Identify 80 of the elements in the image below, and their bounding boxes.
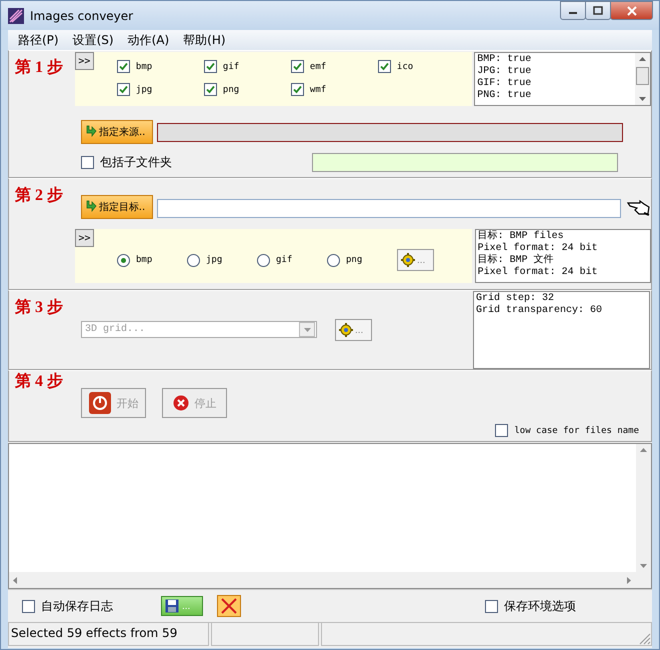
info-line: Grid transparency: 60 xyxy=(476,305,604,317)
scroll-down-icon[interactable] xyxy=(639,97,646,101)
checkbox[interactable] xyxy=(81,156,94,169)
arrow-icon xyxy=(85,125,97,139)
checkbox[interactable] xyxy=(22,600,35,612)
checkbox-label: ico xyxy=(396,62,414,72)
checkbox-label: emf xyxy=(310,62,326,72)
radio-button[interactable] xyxy=(327,254,340,266)
expand-button[interactable]: >> xyxy=(74,52,94,70)
checkbox[interactable] xyxy=(495,424,508,437)
maximize-button[interactable] xyxy=(585,1,611,20)
info-line: 目标: BMP files xyxy=(478,231,565,242)
checkbox-label: 保存环境选项 xyxy=(504,598,576,614)
checkbox[interactable] xyxy=(290,83,304,96)
checkbox-label: bmp xyxy=(136,62,152,72)
checkbox-label: gif xyxy=(222,62,240,72)
checkbox-label: 自动保存日志 xyxy=(41,598,113,614)
checkbox-label: png xyxy=(222,84,240,94)
close-icon xyxy=(626,6,638,16)
menu-item[interactable]: 设置(S) xyxy=(66,32,121,48)
stop-icon xyxy=(172,395,188,411)
scrollbar[interactable] xyxy=(635,53,650,105)
scroll-left-icon[interactable] xyxy=(13,576,17,584)
info-line: BMP: true xyxy=(477,54,532,66)
info-line: GIF: true xyxy=(477,78,532,90)
target-button[interactable]: 指定目标.. xyxy=(80,195,153,219)
resize-grip-icon xyxy=(639,633,651,645)
filter-field[interactable] xyxy=(312,153,618,172)
source-path-field[interactable] xyxy=(157,122,623,142)
minimize-button[interactable] xyxy=(560,1,586,20)
step-label: 第 4 步 xyxy=(14,372,63,390)
cross-icon xyxy=(220,597,238,615)
puzzle-gear-icon xyxy=(400,252,416,268)
info-line: 目标: BMP 文件 xyxy=(478,255,555,266)
checkbox[interactable] xyxy=(485,600,498,612)
menu-item[interactable]: 路径(P) xyxy=(11,32,66,48)
scroll-down-icon[interactable] xyxy=(640,564,647,568)
menu-item[interactable]: 帮助(H) xyxy=(176,32,233,48)
status-pane: Selected 59 effects from 59 xyxy=(8,623,209,646)
step-label: 第 3 步 xyxy=(14,298,64,318)
checkbox[interactable] xyxy=(116,60,130,73)
dropdown-arrow-icon xyxy=(304,328,310,332)
app-icon xyxy=(8,8,24,24)
checkbox[interactable] xyxy=(378,60,391,73)
checkbox[interactable] xyxy=(204,83,217,96)
radio-button[interactable] xyxy=(187,254,200,266)
radio-label: png xyxy=(346,255,362,265)
expand-button[interactable]: >> xyxy=(75,229,94,247)
info-line: Pixel format: 24 bit xyxy=(478,267,599,279)
info-line: Pixel format: 24 bit xyxy=(478,243,599,254)
maximize-icon xyxy=(593,6,603,15)
arrow-icon xyxy=(84,200,97,214)
checkbox-label: wmf xyxy=(310,84,326,94)
radio-label: bmp xyxy=(136,255,152,265)
radio-button[interactable] xyxy=(117,254,130,266)
radio-button[interactable] xyxy=(257,254,270,266)
radio-label: gif xyxy=(276,255,292,265)
target-path-field[interactable] xyxy=(156,199,622,218)
clear-log-button[interactable] xyxy=(217,595,241,617)
checkbox-label: low case for files name xyxy=(514,426,639,436)
puzzle-gear-icon xyxy=(338,322,354,338)
scroll-up-icon[interactable] xyxy=(640,448,647,452)
checkbox[interactable] xyxy=(116,83,130,96)
checkbox-label: jpg xyxy=(136,84,152,94)
checkbox-label: 包括子文件夹 xyxy=(100,154,172,171)
power-icon xyxy=(88,392,110,414)
info-line: Grid step: 32 xyxy=(476,293,556,304)
scroll-right-icon[interactable] xyxy=(627,576,631,584)
scroll-up-icon[interactable] xyxy=(639,57,646,61)
step-label: 第 2 步 xyxy=(14,186,64,206)
info-line: JPG: true xyxy=(477,66,532,78)
close-button[interactable] xyxy=(610,1,653,20)
window-title: Images conveyer xyxy=(30,8,134,22)
menu-item[interactable]: 动作(A) xyxy=(120,32,176,48)
source-button[interactable]: 指定来源.. xyxy=(81,120,153,144)
info-line: PNG: true xyxy=(477,90,532,102)
checkbox[interactable] xyxy=(290,60,304,73)
checkbox[interactable] xyxy=(204,60,217,73)
radio-label: jpg xyxy=(206,255,222,265)
step-label: 第 1 步 xyxy=(14,58,64,78)
